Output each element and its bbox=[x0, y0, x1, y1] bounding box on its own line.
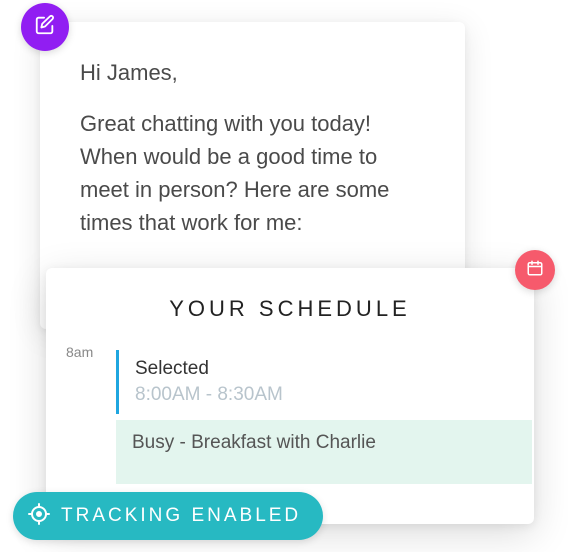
calendar-button[interactable] bbox=[515, 250, 555, 290]
selected-slot-range: 8:00AM - 8:30AM bbox=[135, 384, 534, 406]
schedule-card: YOUR SCHEDULE 8am Selected 8:00AM - 8:30… bbox=[46, 268, 534, 524]
message-body: Great chatting with you today! When woul… bbox=[80, 107, 425, 239]
target-icon bbox=[27, 502, 51, 531]
tracking-pill[interactable]: TRACKING ENABLED bbox=[13, 492, 323, 540]
busy-slot: Busy - Breakfast with Charlie bbox=[116, 420, 532, 484]
schedule-body: 8am Selected 8:00AM - 8:30AM Busy - Brea… bbox=[46, 350, 534, 484]
selected-slot[interactable]: Selected 8:00AM - 8:30AM bbox=[116, 350, 534, 414]
selected-slot-label: Selected bbox=[135, 358, 534, 380]
tracking-label: TRACKING ENABLED bbox=[61, 505, 301, 527]
compose-icon bbox=[34, 14, 56, 41]
message-greeting: Hi James, bbox=[80, 58, 425, 89]
schedule-header: YOUR SCHEDULE bbox=[46, 268, 534, 350]
busy-slot-label: Busy - Breakfast with Charlie bbox=[132, 432, 516, 454]
compose-button[interactable] bbox=[21, 3, 69, 51]
calendar-icon bbox=[526, 259, 544, 282]
time-marker: 8am bbox=[66, 344, 93, 360]
